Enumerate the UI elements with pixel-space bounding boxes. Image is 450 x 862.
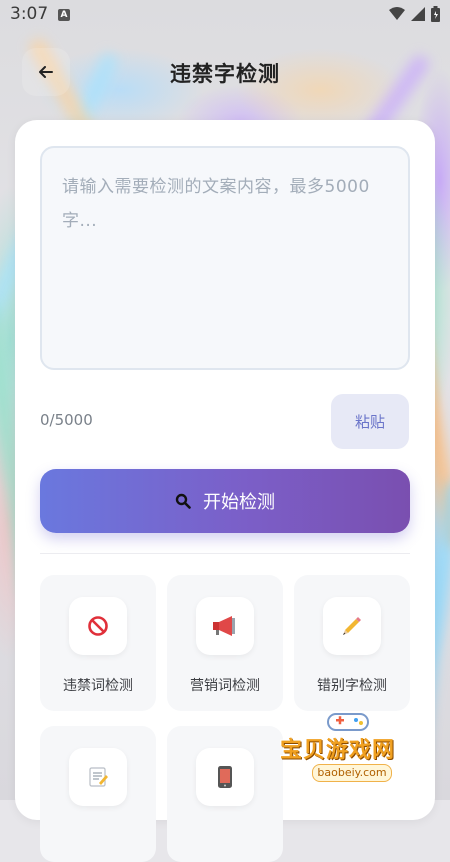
- tile-icon-box: [69, 748, 127, 806]
- tile-icon-box: [196, 748, 254, 806]
- watermark-url: baobeiy.com: [312, 764, 392, 782]
- search-icon: [175, 493, 191, 509]
- phone-icon: [218, 766, 232, 788]
- paste-button-label: 粘贴: [354, 413, 385, 431]
- divider: [40, 553, 410, 554]
- content-textarea[interactable]: 请输入需要检测的文案内容，最多5000字...: [40, 146, 410, 370]
- page-title: 违禁字检测: [170, 62, 280, 86]
- start-detect-button[interactable]: 开始检测: [40, 469, 410, 533]
- pencil-icon: [343, 617, 361, 635]
- watermark-logo: 宝贝游戏网 baobeiy.com: [276, 708, 426, 790]
- char-counter: 0/5000: [40, 411, 93, 429]
- megaphone-icon: [213, 616, 235, 636]
- status-icons: [389, 6, 440, 22]
- tile-icon-box: [69, 597, 127, 655]
- top-bar: 违禁字检测: [0, 44, 450, 100]
- a-icon: A: [58, 9, 70, 21]
- status-bar: 3:07 A: [0, 0, 450, 30]
- signal-icon: [411, 7, 425, 21]
- textarea-placeholder: 请输入需要检测的文案内容，最多5000字...: [62, 177, 370, 231]
- tool-label: 营销词检测: [190, 678, 260, 694]
- tool-label: 错别字检测: [317, 678, 387, 694]
- tool-phone[interactable]: [167, 726, 283, 862]
- tile-icon-box: [323, 597, 381, 655]
- memo-icon: [89, 767, 108, 787]
- battery-icon: [431, 6, 440, 22]
- watermark-text: 宝贝游戏网: [280, 738, 396, 763]
- tool-marketing-words[interactable]: 营销词检测: [167, 575, 283, 711]
- paste-button[interactable]: 粘贴: [331, 394, 409, 449]
- status-time: 3:07: [10, 4, 49, 24]
- tool-memo[interactable]: [40, 726, 156, 862]
- start-detect-label: 开始检测: [203, 492, 275, 513]
- gamepad-icon: [327, 713, 369, 731]
- tile-icon-box: [196, 597, 254, 655]
- tool-prohibited-words[interactable]: 违禁词检测: [40, 575, 156, 711]
- tool-label: 违禁词检测: [63, 678, 133, 694]
- tool-typo-check[interactable]: 错别字检测: [294, 575, 410, 711]
- prohibited-icon: [88, 616, 108, 636]
- wifi-icon: [389, 7, 405, 20]
